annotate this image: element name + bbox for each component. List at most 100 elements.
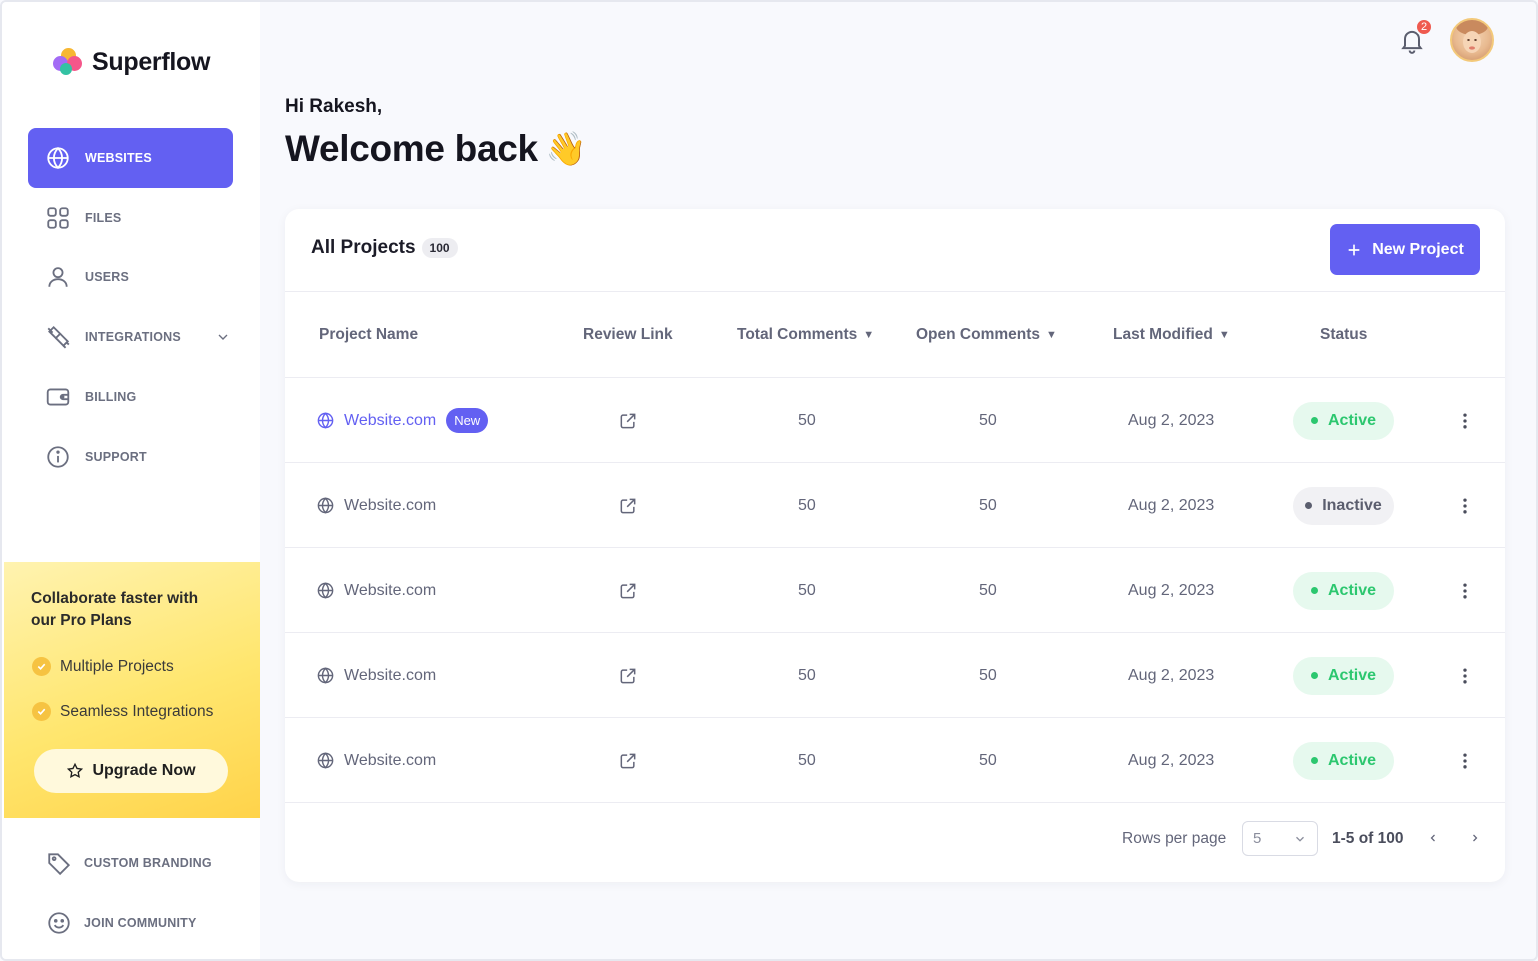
page-range: 1-5 of 100 — [1332, 830, 1404, 847]
sidebar-item-join-community[interactable]: JOIN COMMUNITY — [46, 910, 197, 936]
status-cell: Active — [1293, 548, 1394, 633]
sidebar-item-files[interactable]: FILES — [28, 188, 233, 248]
chevron-left-icon — [1430, 834, 1435, 842]
sidebar-item-custom-branding[interactable]: CUSTOM BRANDING — [46, 850, 212, 876]
column-header-total-comments[interactable]: Total Comments ▼ — [737, 326, 874, 344]
pagination: Rows per page 5 1-5 of 100 — [285, 804, 1505, 882]
status-badge: Active — [1293, 741, 1394, 780]
row-menu-button[interactable] — [1455, 718, 1475, 803]
table-row: Website.com New 50 50 Aug 2, 2023 Active — [285, 378, 1505, 463]
row-menu-button[interactable] — [1455, 633, 1475, 718]
review-link-cell — [618, 548, 638, 633]
total-comments-cell: 50 — [798, 751, 816, 769]
projects-title: All Projects 100 — [311, 237, 458, 259]
open-comments-cell: 50 — [979, 666, 997, 684]
column-header-last-modified[interactable]: Last Modified ▼ — [1113, 326, 1230, 344]
star-icon — [67, 762, 84, 779]
last-modified-cell: Aug 2, 2023 — [1128, 666, 1215, 684]
info-icon — [47, 446, 69, 468]
open-comments-cell: 50 — [979, 581, 997, 599]
last-modified-cell: Aug 2, 2023 — [1128, 496, 1215, 514]
rows-per-page-select[interactable]: 5 — [1242, 821, 1318, 856]
promo-feature: Seamless Integrations — [32, 702, 213, 721]
total-comments-cell: 50 — [798, 581, 816, 599]
logo-icon — [52, 46, 84, 78]
sidebar-item-users[interactable]: USERS — [28, 247, 233, 307]
sidebar-item-integrations[interactable]: INTEGRATIONS — [28, 307, 233, 367]
row-menu-button[interactable] — [1455, 378, 1475, 463]
sidebar-item-label: FILES — [85, 211, 122, 225]
check-icon — [32, 702, 51, 721]
next-page-button[interactable] — [1465, 828, 1485, 848]
last-modified-cell: Aug 2, 2023 — [1128, 411, 1215, 429]
globe-icon — [317, 752, 334, 769]
sidebar-item-label: WEBSITES — [85, 151, 152, 165]
table-row: Website.com 50 50 Aug 2, 2023 Active — [285, 718, 1505, 803]
external-link-icon[interactable] — [618, 581, 638, 601]
sidebar-item-label: BILLING — [85, 390, 137, 404]
external-link-icon[interactable] — [618, 496, 638, 516]
sidebar-item-billing[interactable]: BILLING — [28, 367, 233, 427]
logo[interactable]: Superflow — [52, 46, 210, 78]
project-name-cell: Website.com — [316, 633, 436, 718]
row-menu-button[interactable] — [1455, 548, 1475, 633]
review-link-cell — [618, 463, 638, 548]
sort-down-icon: ▼ — [1218, 329, 1230, 341]
last-modified-cell: Aug 2, 2023 — [1128, 751, 1215, 769]
open-comments-cell: 50 — [979, 411, 997, 429]
promo-title: Collaborate faster with our Pro Plans — [31, 590, 199, 629]
sidebar-item-support[interactable]: SUPPORT — [28, 427, 233, 487]
globe-icon — [317, 412, 334, 429]
tag-icon — [48, 853, 71, 876]
waving-hand-icon: 👋 — [545, 129, 587, 167]
sidebar-item-label: SUPPORT — [85, 450, 147, 464]
globe-icon — [317, 667, 334, 684]
sort-down-icon: ▼ — [863, 329, 875, 341]
more-vertical-icon — [1463, 583, 1467, 598]
more-vertical-icon — [1463, 498, 1467, 513]
table-row: Website.com 50 50 Aug 2, 2023 Active — [285, 548, 1505, 633]
project-name-link[interactable]: Website.com — [344, 497, 436, 515]
row-menu-button[interactable] — [1455, 463, 1475, 548]
status-cell: Active — [1293, 718, 1394, 803]
plus-icon — [1348, 244, 1360, 255]
grid-icon — [47, 207, 69, 229]
external-link-icon[interactable] — [618, 751, 638, 771]
sidebar-item-websites[interactable]: WEBSITES — [28, 128, 233, 188]
project-name-link[interactable]: Website.com — [344, 412, 436, 430]
total-comments-cell: 50 — [798, 411, 816, 429]
globe-icon — [317, 582, 334, 599]
status-badge: Active — [1293, 401, 1394, 440]
chevron-down-icon[interactable] — [215, 329, 231, 345]
user-icon — [48, 267, 68, 287]
table-row: Website.com 50 50 Aug 2, 2023 Active — [285, 633, 1505, 718]
more-vertical-icon — [1463, 413, 1467, 428]
new-project-button[interactable]: New Project — [1330, 224, 1480, 275]
review-link-cell — [618, 378, 638, 463]
upgrade-now-button[interactable]: Upgrade Now — [34, 749, 228, 793]
status-cell: Active — [1293, 378, 1394, 463]
project-name-cell: Website.com New — [316, 378, 489, 463]
project-name-cell: Website.com — [316, 463, 436, 548]
project-name-cell: Website.com — [316, 718, 436, 803]
review-link-cell — [618, 718, 638, 803]
review-link-cell — [618, 633, 638, 718]
plug-icon — [47, 325, 70, 349]
external-link-icon[interactable] — [618, 666, 638, 686]
new-badge: New — [446, 408, 489, 433]
avatar[interactable] — [1450, 18, 1494, 62]
project-name-link[interactable]: Website.com — [344, 582, 436, 600]
sort-down-icon: ▼ — [1046, 329, 1057, 341]
project-name-link[interactable]: Website.com — [344, 667, 436, 685]
previous-page-button[interactable] — [1423, 828, 1443, 848]
column-header-project-name: Project Name — [319, 326, 419, 343]
more-vertical-icon — [1463, 753, 1467, 768]
external-link-icon[interactable] — [618, 411, 638, 431]
column-header-open-comments[interactable]: Open Comments ▼ — [916, 326, 1057, 344]
app-name: Superflow — [92, 47, 211, 76]
status-badge: Inactive — [1293, 486, 1394, 525]
project-name-link[interactable]: Website.com — [344, 752, 436, 770]
open-comments-cell: 50 — [979, 496, 997, 514]
sidebar-item-label: USERS — [85, 270, 130, 284]
last-modified-cell: Aug 2, 2023 — [1128, 581, 1215, 599]
